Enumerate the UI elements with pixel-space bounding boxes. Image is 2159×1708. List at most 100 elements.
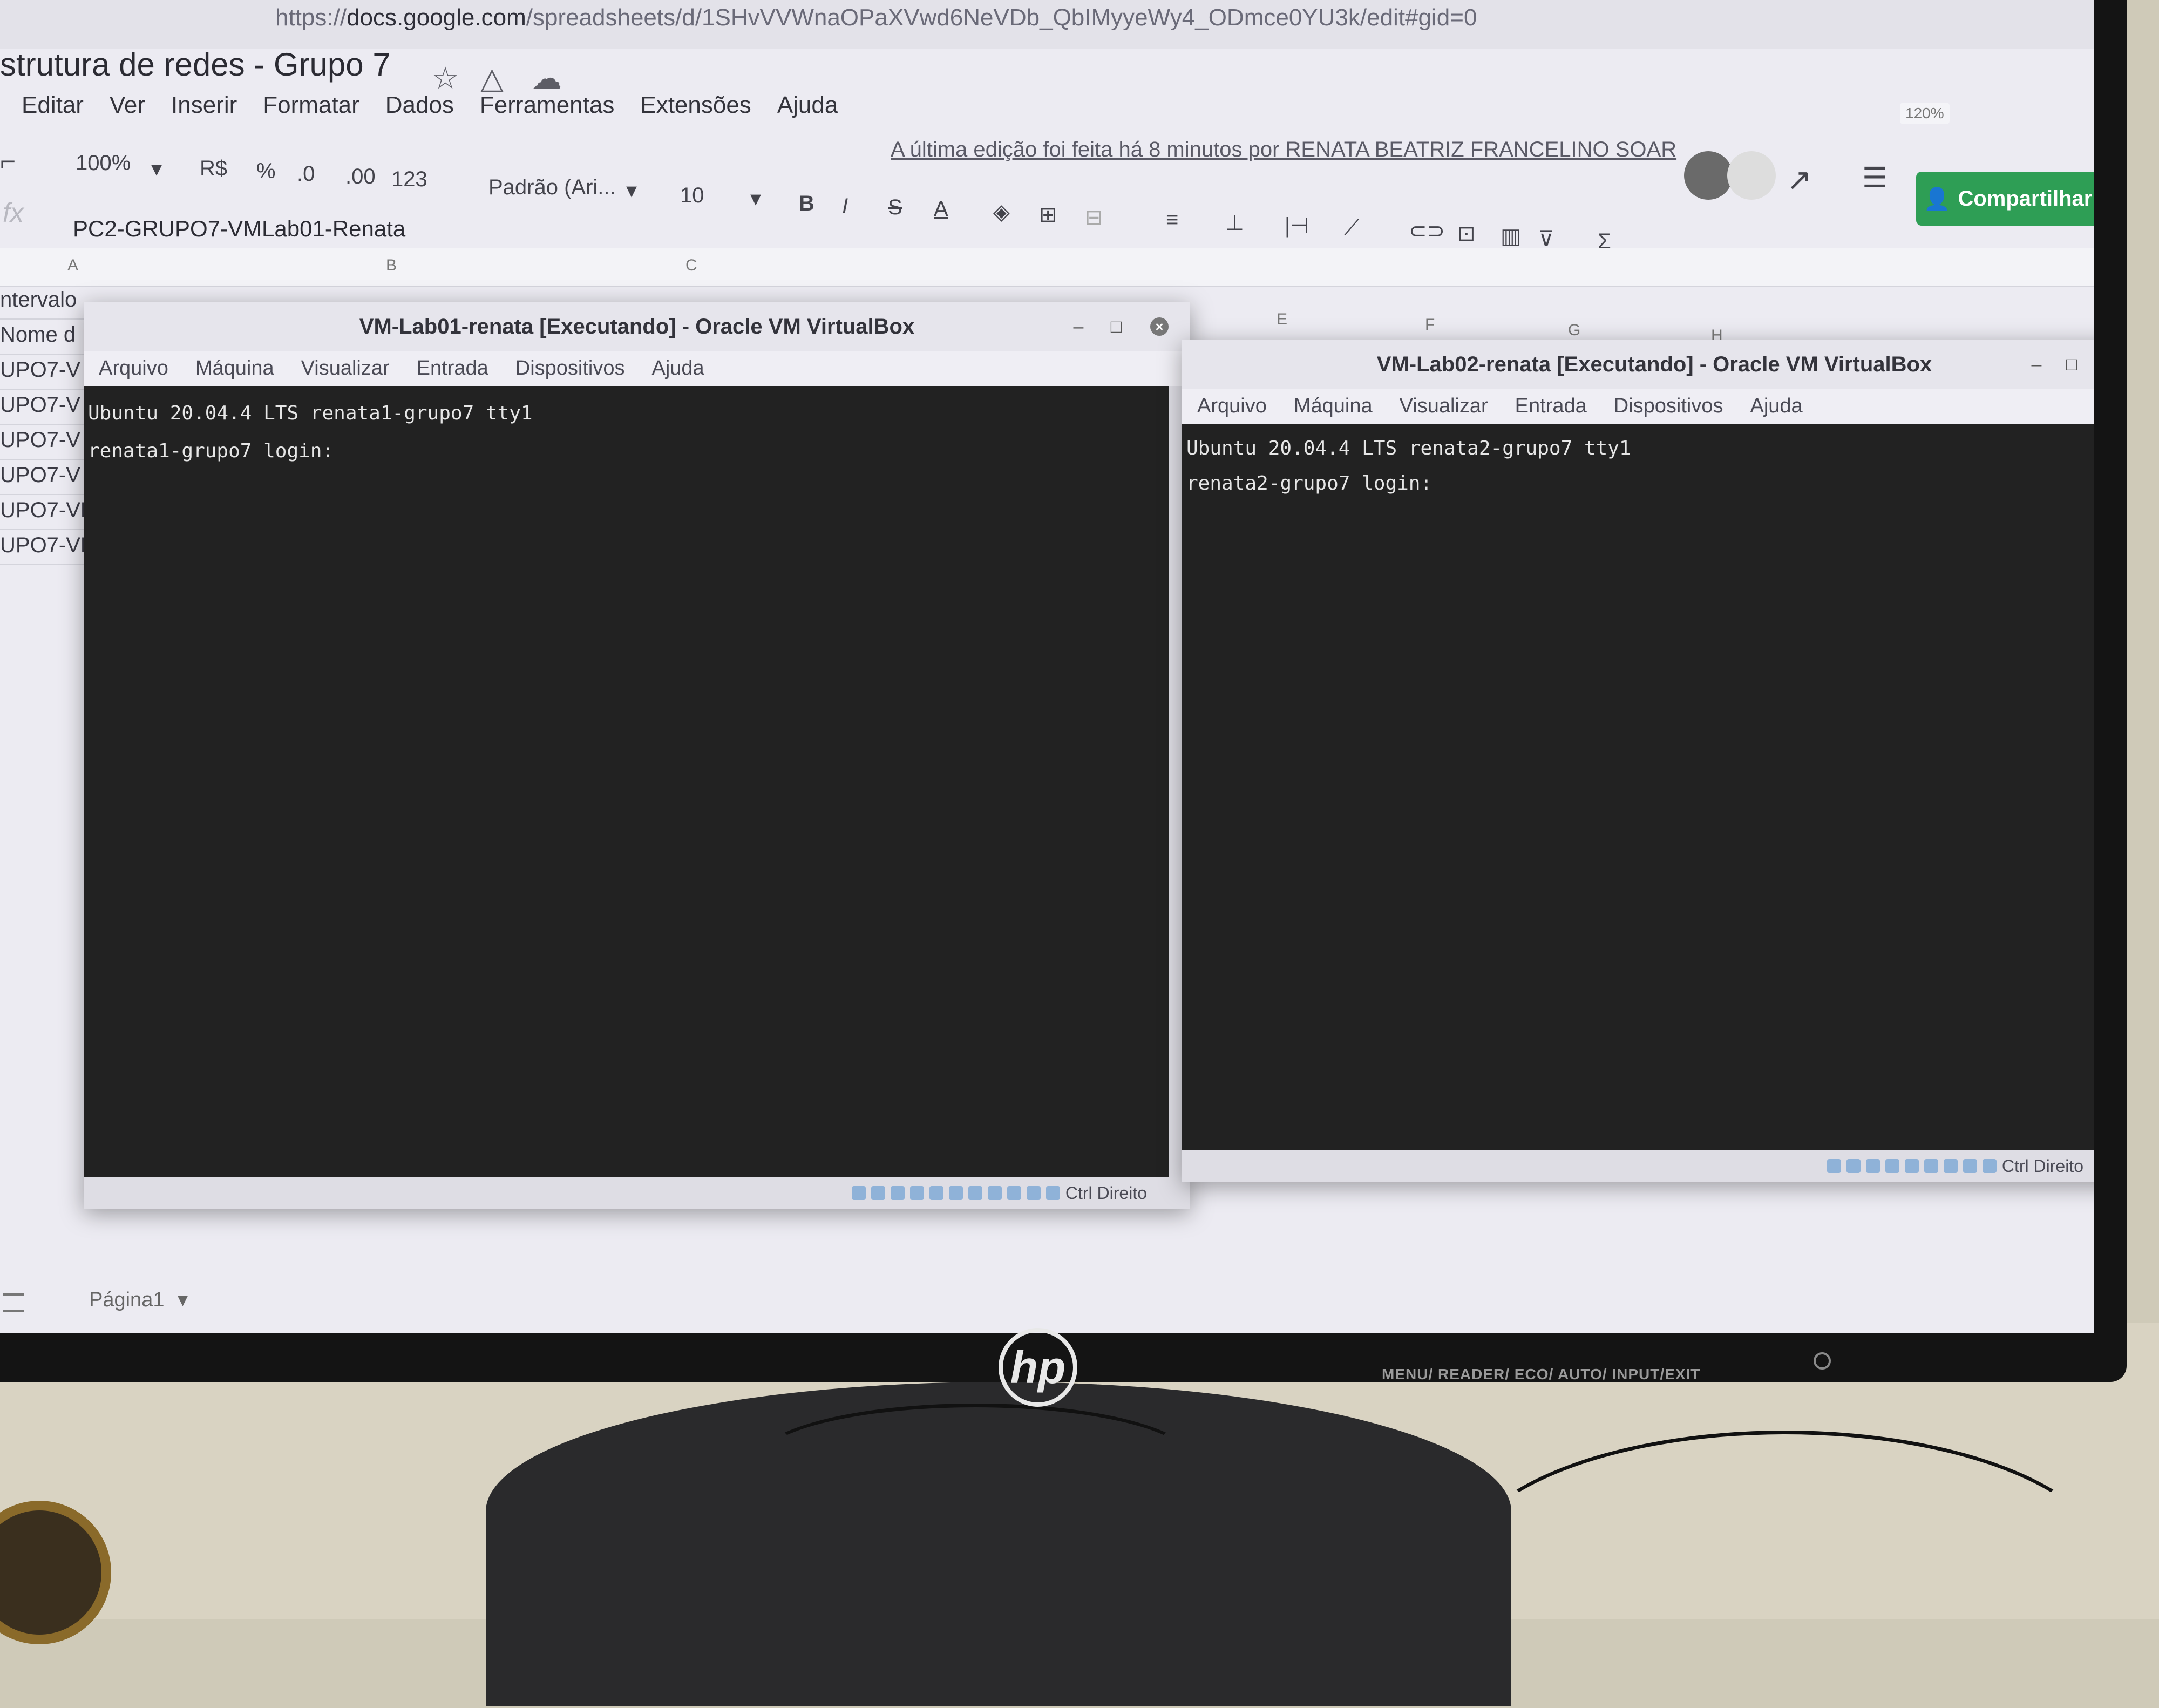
- sheets-menu-bar: Editar Ver Inserir Formatar Dados Ferram…: [22, 92, 838, 119]
- maximize-icon[interactable]: □: [2062, 355, 2081, 374]
- formula-bar-content[interactable]: PC2-GRUPO7-VMLab01-Renata: [73, 216, 405, 242]
- browser-address-bar[interactable]: https://docs.google.com/spreadsheets/d/1…: [0, 0, 2094, 49]
- cell[interactable]: Nome d: [0, 323, 76, 347]
- menu-dispositivos[interactable]: Dispositivos: [515, 357, 625, 380]
- vm2-status-bar: Ctrl Direito: [1182, 1150, 2094, 1182]
- avatar[interactable]: [1727, 151, 1776, 200]
- menu-maquina[interactable]: Máquina: [195, 357, 274, 380]
- all-sheets-icon[interactable]: [3, 1293, 24, 1312]
- column-header[interactable]: F: [1425, 316, 1435, 334]
- display-icon[interactable]: [1943, 1159, 1958, 1173]
- column-header[interactable]: C: [685, 256, 697, 275]
- vm1-titlebar[interactable]: VM-Lab01-renata [Executando] - Oracle VM…: [84, 302, 1190, 351]
- chevron-down-icon[interactable]: ▾: [178, 1289, 188, 1311]
- display-icon[interactable]: [968, 1186, 982, 1200]
- menu-arquivo[interactable]: Arquivo: [1197, 395, 1267, 418]
- menu-dados[interactable]: Dados: [385, 92, 454, 119]
- close-icon[interactable]: ×: [1150, 317, 1169, 336]
- vm1-console[interactable]: Ubuntu 20.04.4 LTS renata1-grupo7 tty1 r…: [84, 386, 1169, 1177]
- paint-format-icon[interactable]: ⌐: [0, 146, 16, 177]
- column-header[interactable]: G: [1568, 321, 1580, 340]
- vm1-window[interactable]: VM-Lab01-renata [Executando] - Oracle VM…: [84, 302, 1190, 1209]
- audio-icon[interactable]: [890, 1186, 905, 1200]
- console-login-prompt: renata2-grupo7 login:: [1186, 472, 1432, 494]
- menu-entrada[interactable]: Entrada: [1515, 395, 1587, 418]
- move-to-drive-icon[interactable]: △: [480, 60, 504, 96]
- cell[interactable]: UPO7-V: [0, 358, 80, 382]
- menu-formatar[interactable]: Formatar: [263, 92, 359, 119]
- menu-editar[interactable]: Editar: [22, 92, 84, 119]
- menu-visualizar[interactable]: Visualizar: [301, 357, 390, 380]
- shared-folders-icon[interactable]: [948, 1186, 963, 1200]
- url-prefix: https://: [275, 4, 347, 31]
- menu-extensoes[interactable]: Extensões: [640, 92, 751, 119]
- shared-folders-icon[interactable]: [1924, 1159, 1938, 1173]
- document-title[interactable]: strutura de redes - Grupo 7: [0, 46, 391, 83]
- optical-drive-icon[interactable]: [1846, 1159, 1861, 1173]
- menu-arquivo[interactable]: Arquivo: [99, 357, 168, 380]
- url-text[interactable]: https://docs.google.com/spreadsheets/d/1…: [275, 4, 1477, 31]
- audio-icon[interactable]: [1865, 1159, 1880, 1173]
- grid-line: [0, 354, 92, 355]
- menu-visualizar[interactable]: Visualizar: [1400, 395, 1488, 418]
- recording-icon[interactable]: [987, 1186, 1002, 1200]
- hard-disk-icon[interactable]: [1827, 1159, 1841, 1173]
- column-header[interactable]: A: [67, 256, 78, 275]
- menu-ajuda[interactable]: Ajuda: [777, 92, 838, 119]
- usb-icon[interactable]: [929, 1186, 943, 1200]
- monitor-screen: https://docs.google.com/spreadsheets/d/1…: [0, 0, 2094, 1333]
- host-key-label: Ctrl Direito: [2001, 1156, 2083, 1176]
- browser-zoom-badge[interactable]: 120%: [1900, 103, 1950, 124]
- vm2-window[interactable]: VM-Lab02-renata [Executando] - Oracle VM…: [1182, 340, 2094, 1182]
- menu-maquina[interactable]: Máquina: [1294, 395, 1373, 418]
- menu-ver[interactable]: Ver: [110, 92, 145, 119]
- cell[interactable]: ntervalo: [0, 288, 77, 312]
- network-icon[interactable]: [909, 1186, 924, 1200]
- star-icon[interactable]: ☆: [432, 60, 459, 96]
- cpu-icon[interactable]: [1963, 1159, 1977, 1173]
- hp-logo: hp: [999, 1328, 1077, 1407]
- cell[interactable]: UPO7-VN: [0, 498, 96, 523]
- percent-button[interactable]: %: [256, 159, 276, 184]
- font-select[interactable]: Padrão (Ari...: [488, 175, 616, 200]
- decrease-decimal-button[interactable]: .0: [297, 162, 315, 186]
- column-header[interactable]: E: [1277, 310, 1287, 329]
- zoom-select[interactable]: 100%: [76, 151, 131, 175]
- power-icon[interactable]: [1814, 1352, 1831, 1370]
- cpu-icon[interactable]: [1007, 1186, 1021, 1200]
- vm2-console[interactable]: Ubuntu 20.04.4 LTS renata2-grupo7 tty1 r…: [1182, 424, 2094, 1150]
- hard-disk-icon[interactable]: [851, 1186, 866, 1200]
- menu-entrada[interactable]: Entrada: [417, 357, 488, 380]
- comments-icon[interactable]: ☰: [1862, 162, 1888, 194]
- chevron-down-icon[interactable]: ▾: [626, 178, 637, 203]
- host-key-label: Ctrl Direito: [1065, 1183, 1147, 1203]
- optical-drive-icon[interactable]: [871, 1186, 885, 1200]
- menu-ajuda[interactable]: Ajuda: [1750, 395, 1802, 418]
- column-header[interactable]: B: [386, 256, 397, 275]
- minimize-icon[interactable]: –: [1069, 317, 1088, 336]
- monitor-osd-labels: MENU/ READER/ ECO/ AUTO/ INPUT/EXIT: [1382, 1366, 1701, 1382]
- usb-icon[interactable]: [1904, 1159, 1919, 1173]
- maximize-icon[interactable]: □: [1107, 317, 1125, 336]
- keyboard-icon[interactable]: [1982, 1159, 1997, 1173]
- menu-ajuda[interactable]: Ajuda: [651, 357, 704, 380]
- mouse-integration-icon[interactable]: [1026, 1186, 1041, 1200]
- cell[interactable]: UPO7-V: [0, 428, 80, 452]
- vm2-titlebar[interactable]: VM-Lab02-renata [Executando] - Oracle VM…: [1182, 340, 2094, 389]
- currency-button[interactable]: R$: [200, 157, 227, 181]
- number-format-select[interactable]: 123: [391, 167, 427, 192]
- trend-icon[interactable]: ↗: [1787, 162, 1812, 198]
- cell[interactable]: UPO7-V: [0, 393, 80, 417]
- network-icon[interactable]: [1885, 1159, 1899, 1173]
- menu-ferramentas[interactable]: Ferramentas: [480, 92, 614, 119]
- column-headers: [0, 248, 2094, 287]
- keyboard-icon[interactable]: [1045, 1186, 1060, 1200]
- menu-dispositivos[interactable]: Dispositivos: [1614, 395, 1723, 418]
- chevron-down-icon[interactable]: ▾: [151, 157, 162, 181]
- increase-decimal-button[interactable]: .00: [345, 165, 376, 189]
- cell[interactable]: UPO7-VN: [0, 533, 96, 558]
- cell[interactable]: UPO7-V: [0, 463, 80, 487]
- menu-inserir[interactable]: Inserir: [171, 92, 237, 119]
- minimize-icon[interactable]: –: [2027, 355, 2046, 374]
- sheet-tab[interactable]: Página1 ▾: [89, 1287, 188, 1312]
